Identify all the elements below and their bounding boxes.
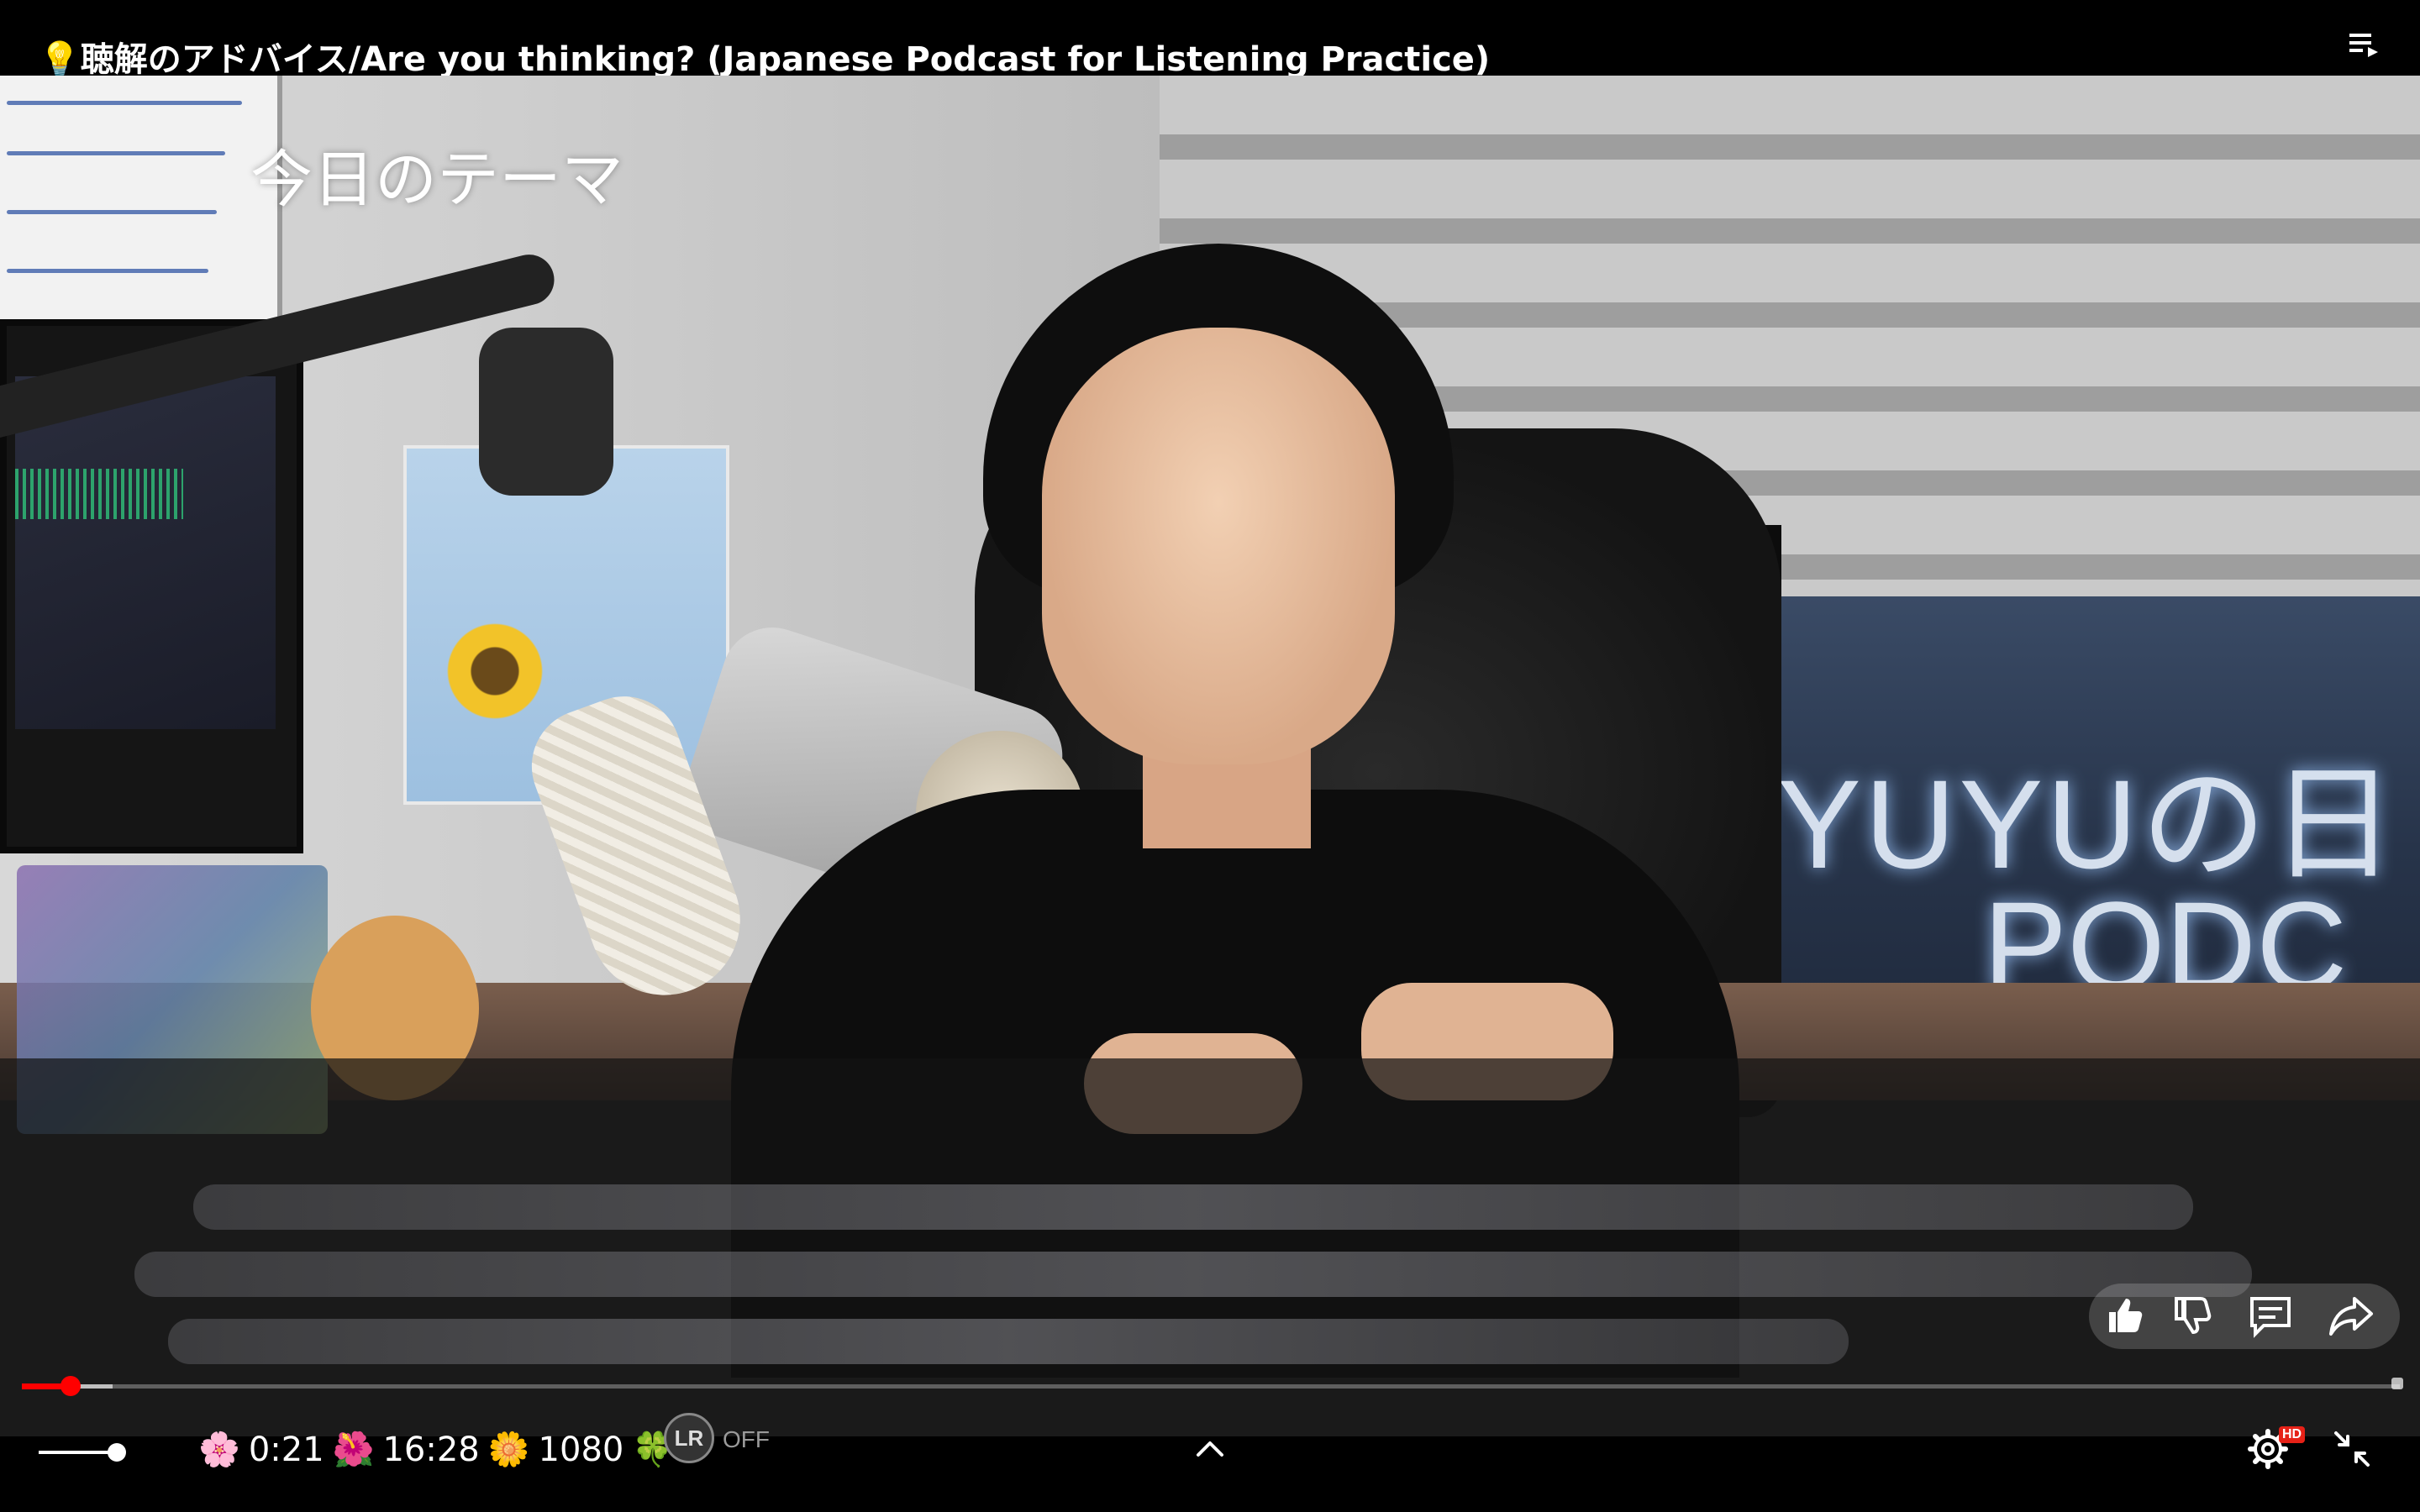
mic-mount [479,328,613,496]
video-player[interactable]: 💡聴解のアドバイス/Are you thinking? (Japanese Po… [0,0,2420,1512]
comment-icon[interactable] [2247,1292,2294,1339]
volume-slider[interactable] [39,1451,116,1454]
progress-bar[interactable] [22,1384,2400,1389]
video-title[interactable]: 💡聴解のアドバイス/Are you thinking? (Japanese Po… [39,32,1490,81]
volume-knob[interactable] [108,1443,126,1462]
progress-scrubber[interactable] [60,1376,81,1396]
flower-icon: 🌸 [198,1431,240,1469]
blossom-icon: 🌼 [487,1431,530,1469]
playlist-icon[interactable] [2348,29,2381,62]
thumb-down-icon[interactable] [2170,1292,2217,1339]
language-reactor-state: OFF [723,1426,770,1452]
chevron-up-icon[interactable] [1193,1436,1227,1462]
exit-fullscreen-icon[interactable] [2333,1430,2371,1468]
thumb-up-icon[interactable] [2102,1292,2149,1339]
share-icon[interactable] [2328,1292,2375,1339]
time-stats: 🌸 0:21 🌺 16:28 🌼 1080 🍀 [198,1430,674,1470]
current-time: 0:21 [248,1430,324,1469]
quality-label: 1080 [538,1430,624,1469]
title-bar: 💡聴解のアドバイス/Are you thinking? (Japanese Po… [0,0,2420,79]
topic-overlay-title: 今日のテーマ [250,144,623,216]
progress-end-marker [2391,1378,2403,1389]
hibiscus-icon: 🌺 [332,1431,375,1469]
duration: 16:28 [382,1430,480,1469]
whiteboard [0,76,282,319]
blurred-subtitles [0,1058,2420,1436]
language-reactor-button[interactable]: LR [664,1413,714,1463]
hd-badge: HD [2279,1426,2306,1443]
person-face [1042,328,1395,764]
video-frame[interactable]: YUYUの日 PODC 今日のテーマ [0,76,2420,1436]
